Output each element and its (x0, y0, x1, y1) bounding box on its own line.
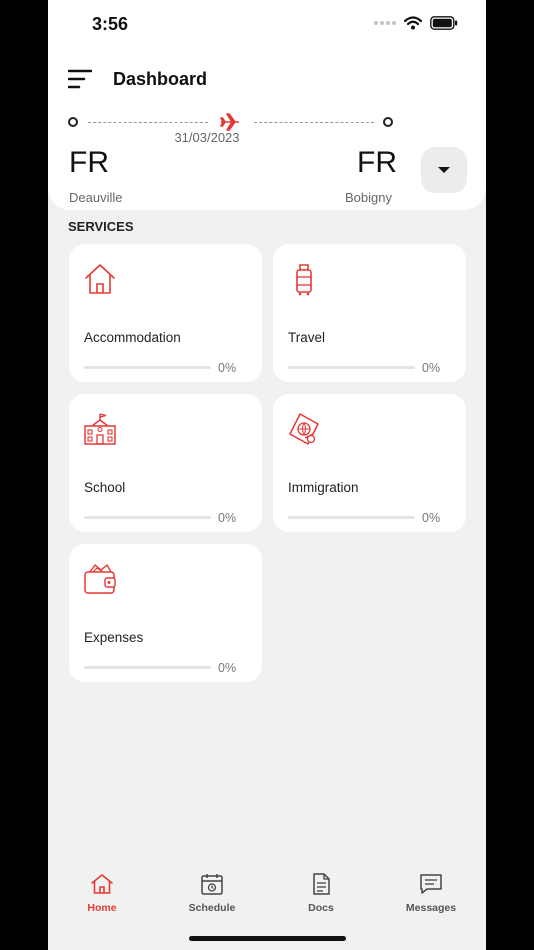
route-dash-left (88, 122, 208, 123)
destination-city: Bobigny (345, 190, 392, 205)
progress-bar (288, 366, 415, 369)
origin-country-code: FR (69, 146, 109, 179)
status-time: 3:56 (92, 14, 129, 34)
tab-docs[interactable]: Docs (276, 872, 366, 914)
caret-down-icon (438, 167, 450, 173)
menu-icon[interactable] (68, 68, 92, 90)
service-label: School (84, 480, 126, 495)
luggage-icon (296, 264, 312, 296)
origin-dot (68, 117, 78, 127)
progress-percent: 0% (218, 361, 237, 375)
service-card-travel[interactable]: Travel 0% (273, 244, 466, 382)
tab-schedule[interactable]: Schedule (167, 872, 257, 914)
origin-city: Deauville (69, 190, 123, 205)
page-title: Dashboard (113, 69, 208, 89)
progress-bar (84, 516, 211, 519)
house-icon (85, 264, 115, 294)
chat-icon (420, 874, 442, 894)
progress-percent: 0% (218, 511, 237, 525)
destination-dot (383, 117, 393, 127)
battery-icon (430, 16, 458, 30)
service-card-immigration[interactable]: Immigration 0% (273, 394, 466, 532)
tab-home[interactable]: Home (57, 872, 147, 914)
service-label: Immigration (288, 480, 359, 495)
destination-country-code: FR (357, 146, 397, 179)
wifi-icon (404, 16, 422, 30)
signal-dots-icon (374, 21, 396, 25)
trip-header: Dashboard 31/03/2023 FR Deauville FR Bob… (48, 48, 486, 210)
expand-trip-button[interactable] (421, 147, 467, 193)
service-label: Expenses (84, 630, 144, 645)
trip-date: 31/03/2023 (174, 130, 240, 145)
service-card-accommodation[interactable]: Accommodation 0% (69, 244, 262, 382)
progress-bar (84, 666, 211, 669)
progress-bar (288, 516, 415, 519)
calendar-icon (201, 874, 223, 895)
document-icon (313, 873, 330, 895)
home-indicator (189, 936, 346, 941)
service-label: Travel (288, 330, 326, 345)
airplane-icon (220, 113, 239, 131)
service-card-expenses[interactable]: Expenses 0% (69, 544, 262, 682)
progress-bar (84, 366, 211, 369)
service-label: Accommodation (84, 330, 181, 345)
school-building-icon (84, 413, 116, 445)
tab-label: Docs (308, 902, 334, 914)
services-heading: SERVICES (68, 219, 134, 234)
service-card-school[interactable]: School 0% (69, 394, 262, 532)
tab-label: Messages (405, 902, 457, 914)
progress-percent: 0% (422, 511, 441, 525)
passport-icon (289, 413, 319, 445)
tab-messages[interactable]: Messages (386, 872, 476, 914)
status-icons (374, 16, 458, 30)
tab-label: Schedule (188, 902, 236, 914)
tab-label: Home (87, 902, 117, 914)
route-dash-right (254, 122, 374, 123)
home-icon (91, 874, 113, 894)
progress-percent: 0% (422, 361, 441, 375)
app-screen: 3:56 Dashboard 31/03/2023 FR Deauville F… (48, 0, 486, 950)
progress-percent: 0% (218, 661, 237, 675)
wallet-icon (84, 564, 116, 594)
status-bar: 3:56 (48, 0, 486, 48)
